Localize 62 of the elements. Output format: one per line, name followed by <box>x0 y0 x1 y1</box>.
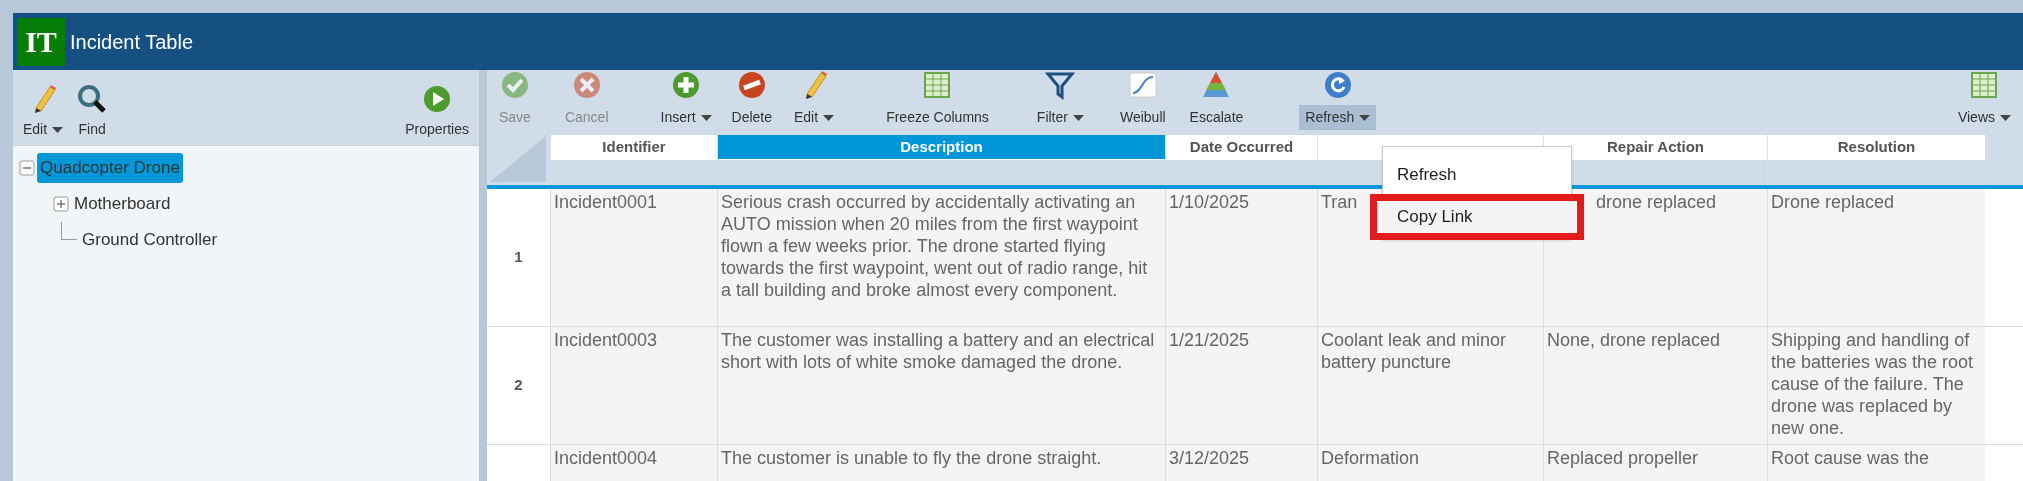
table-cell: 1/10/2025 <box>1165 189 1317 326</box>
caret-icon <box>1359 114 1371 121</box>
refresh-icon <box>1322 70 1353 100</box>
table-cell: Incident0001 <box>550 189 717 326</box>
chart-icon <box>1127 70 1158 100</box>
toolbar-button[interactable]: Freeze Columns <box>880 70 995 130</box>
expand-icon[interactable] <box>53 196 69 212</box>
tree-item[interactable]: Ground Controller <box>79 225 221 255</box>
column-header[interactable]: Date Occurred <box>1166 135 1317 159</box>
table-cell: Incident0003 <box>550 327 717 444</box>
caret-icon <box>700 114 712 121</box>
table-cell: The customer is unable to fly the drone straight. <box>717 445 1165 481</box>
table-cell: 1/21/2025 <box>1165 327 1317 444</box>
pyramid-icon <box>1201 70 1232 100</box>
table-icon <box>1969 70 2000 100</box>
toolbar-button[interactable]: Find <box>77 84 108 140</box>
toolbar-button[interactable]: Escalate <box>1183 70 1250 130</box>
app-logo: IT <box>17 17 65 66</box>
collapse-icon[interactable] <box>19 160 35 176</box>
check-icon <box>499 70 530 100</box>
cancel-icon <box>571 70 602 100</box>
filter-icon <box>1045 70 1076 100</box>
table-cell: The customer was installing a battery and an electrical short with lots of white smoke damaged the drone. <box>717 327 1165 444</box>
table-cell: Replaced propeller <box>1543 445 1767 481</box>
table-cell: Drone replaced <box>1767 189 1985 326</box>
toolbar-button[interactable]: Insert <box>654 70 718 130</box>
tree-item[interactable]: Motherboard <box>71 189 174 219</box>
play-icon <box>422 84 453 114</box>
column-header[interactable]: Resolution <box>1768 135 1985 159</box>
toolbar-button[interactable]: Filter <box>1030 70 1090 130</box>
table-cell: None, drone replaced <box>1543 327 1767 444</box>
table-cell: Root cause was the <box>1767 445 1985 481</box>
table-cell: Incident0004 <box>550 445 717 481</box>
search-icon <box>77 84 108 114</box>
table-icon <box>922 70 953 100</box>
table-cell: 3/12/2025 <box>1165 445 1317 481</box>
toolbar-button[interactable]: Edit <box>23 84 64 140</box>
toolbar-button[interactable]: Edit <box>788 70 841 130</box>
select-all-corner[interactable] <box>490 136 546 182</box>
toolbar-button[interactable]: Views <box>1951 70 2017 130</box>
row-number: 1 <box>514 247 523 268</box>
caret-icon <box>823 114 835 121</box>
tree-item[interactable]: Quadcopter Drone <box>37 153 183 183</box>
column-header[interactable]: Identifier <box>551 135 717 159</box>
table-cell: Shipping and handling of the batteries was the root cause of the failure. The drone was replaced by new one. <box>1767 327 1985 444</box>
minus-icon <box>736 70 767 100</box>
caret-icon <box>52 126 64 133</box>
toolbar-button[interactable]: Properties <box>405 84 469 140</box>
table-cell: Coolant leak and minor battery puncture <box>1317 327 1543 444</box>
table-cell: drone replaced <box>1543 189 1767 326</box>
toolbar-button[interactable]: Weibull <box>1113 70 1172 130</box>
window-title: Incident Table <box>70 29 194 55</box>
tree-connector-line <box>61 222 77 240</box>
column-header[interactable]: Repair Action <box>1544 135 1767 159</box>
plus-icon <box>671 70 701 100</box>
caret-icon <box>1072 114 1084 121</box>
toolbar-button[interactable]: Refresh <box>1299 70 1377 130</box>
table-cell: Deformation <box>1317 445 1543 481</box>
caret-icon <box>2000 114 2011 121</box>
table-cell: Serious crash occurred by accidentally activating an AUTO mission when 20 miles from the first waypoint flown a few weeks prior. The drone started flying towards the first waypoint, went out of radio range, hit a tall building and broke almost every component. <box>717 189 1165 326</box>
row-number: 2 <box>514 375 523 396</box>
toolbar-button[interactable]: Delete <box>725 70 778 130</box>
